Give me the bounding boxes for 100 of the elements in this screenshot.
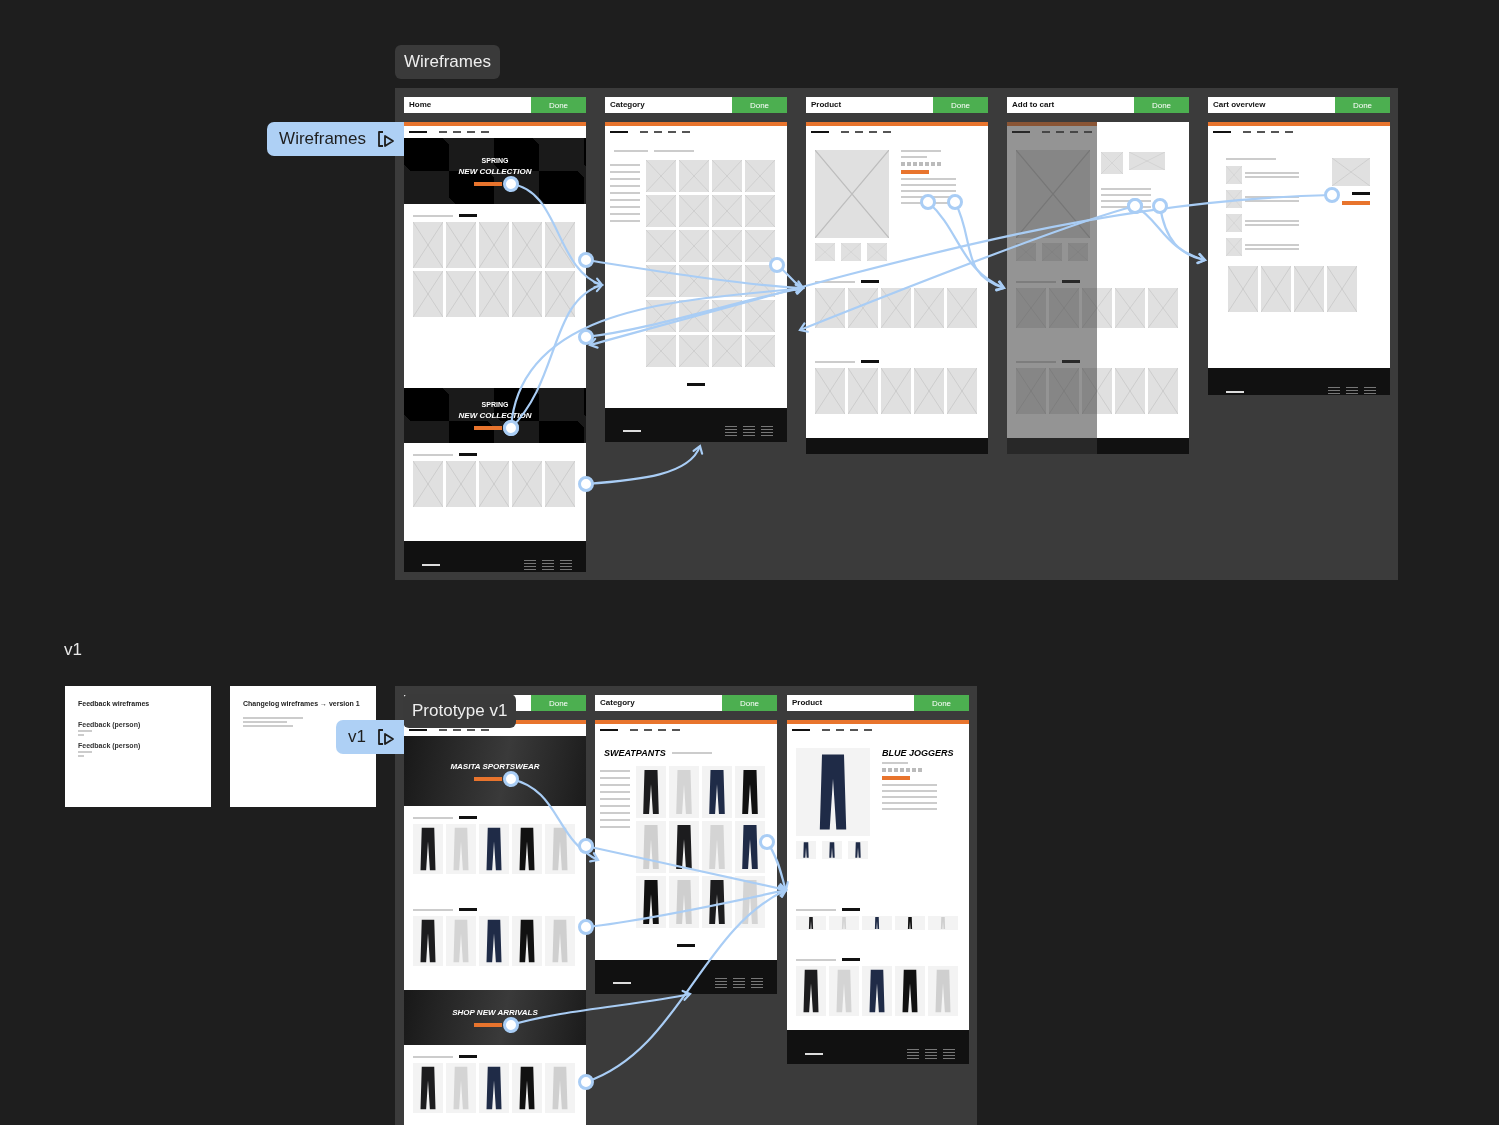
image-placeholder [1129, 152, 1165, 170]
image-placeholder [1332, 158, 1370, 186]
checkout-button[interactable] [1352, 192, 1370, 195]
product-photo [545, 916, 575, 966]
small-button[interactable] [1062, 360, 1080, 363]
flow-starting-point[interactable]: v1 [336, 720, 404, 754]
product-photo [446, 1063, 476, 1113]
image-placeholder [413, 461, 443, 507]
image-placeholder [512, 271, 542, 317]
product-photo [895, 966, 925, 1016]
small-button[interactable] [677, 944, 695, 947]
logo-mark [610, 131, 628, 133]
image-placeholder [479, 222, 509, 268]
logo-mark [1213, 131, 1231, 133]
image-placeholder [914, 368, 944, 414]
done-button[interactable]: Done [531, 97, 586, 113]
text-placeholder [796, 908, 836, 911]
product-photo [446, 824, 476, 874]
product-photo [545, 1063, 575, 1113]
product-photo [512, 824, 542, 874]
done-button[interactable]: Done [722, 695, 777, 711]
product-photo [735, 766, 765, 818]
product-photo [446, 916, 476, 966]
image-placeholder [745, 195, 775, 227]
image-placeholder [1327, 266, 1357, 312]
product-photo [545, 824, 575, 874]
image-placeholder [1148, 368, 1178, 414]
done-button[interactable]: Done [1335, 97, 1390, 113]
image-placeholder [545, 222, 575, 268]
product-photo [413, 1063, 443, 1113]
image-placeholder [815, 288, 845, 328]
image-placeholder [1115, 368, 1145, 414]
image-placeholder [646, 160, 676, 192]
small-button[interactable] [687, 383, 705, 386]
image-placeholder [1226, 166, 1242, 184]
product-photo [822, 841, 842, 859]
image-placeholder [646, 195, 676, 227]
small-button[interactable] [459, 1055, 477, 1058]
small-button[interactable] [459, 214, 477, 217]
done-button[interactable]: Done [914, 695, 969, 711]
product-photo [702, 876, 732, 928]
cta-button[interactable] [474, 776, 502, 781]
small-button[interactable] [842, 958, 860, 961]
image-placeholder [745, 335, 775, 367]
done-button[interactable]: Done [531, 695, 586, 711]
image-placeholder [745, 230, 775, 262]
present-icon [376, 129, 396, 149]
text-placeholder [413, 453, 453, 456]
small-button[interactable] [1062, 280, 1080, 283]
frame-name: Product [787, 695, 914, 711]
small-button[interactable] [861, 280, 879, 283]
cart-button[interactable] [1342, 201, 1370, 205]
logo-mark [792, 729, 810, 731]
image-placeholder [446, 222, 476, 268]
image-placeholder [646, 265, 676, 297]
image-placeholder [1226, 238, 1242, 256]
done-button[interactable]: Done [732, 97, 787, 113]
product-photo [636, 876, 666, 928]
image-placeholder [848, 288, 878, 328]
done-button[interactable]: Done [933, 97, 988, 113]
flow-starting-point[interactable]: Wireframes [267, 122, 404, 156]
product-photo [413, 916, 443, 966]
image-placeholder [679, 230, 709, 262]
image-placeholder [446, 461, 476, 507]
image-placeholder [646, 335, 676, 367]
add-to-cart-button[interactable] [901, 170, 929, 174]
image-placeholder [841, 243, 861, 261]
image-placeholder [413, 222, 443, 268]
frame-name: Cart overview [1208, 97, 1335, 113]
image-placeholder [512, 461, 542, 507]
image-placeholder [1101, 152, 1123, 174]
product-photo [848, 841, 868, 859]
image-placeholder [479, 461, 509, 507]
product-photo [512, 1063, 542, 1113]
text-placeholder [413, 816, 453, 819]
product-photo [669, 876, 699, 928]
small-button[interactable] [861, 360, 879, 363]
image-placeholder [679, 335, 709, 367]
small-button[interactable] [842, 908, 860, 911]
image-placeholder [1226, 214, 1242, 232]
done-button[interactable]: Done [1134, 97, 1189, 113]
image-placeholder [1016, 243, 1036, 261]
add-to-cart-button[interactable] [882, 776, 910, 780]
frame-name: Add to cart [1007, 97, 1134, 113]
image-placeholder [446, 271, 476, 317]
group-label: v1 [64, 640, 82, 660]
small-button[interactable] [459, 453, 477, 456]
image-placeholder [745, 300, 775, 332]
image-placeholder [815, 368, 845, 414]
cta-button[interactable] [474, 181, 502, 186]
image-placeholder [1082, 288, 1112, 328]
small-button[interactable] [459, 816, 477, 819]
product-photo [796, 916, 826, 930]
logo-mark [1012, 131, 1030, 133]
image-placeholder [512, 222, 542, 268]
product-photo [829, 966, 859, 1016]
product-photo [862, 966, 892, 1016]
image-placeholder [1228, 266, 1258, 312]
image-placeholder [815, 243, 835, 261]
small-button[interactable] [459, 908, 477, 911]
